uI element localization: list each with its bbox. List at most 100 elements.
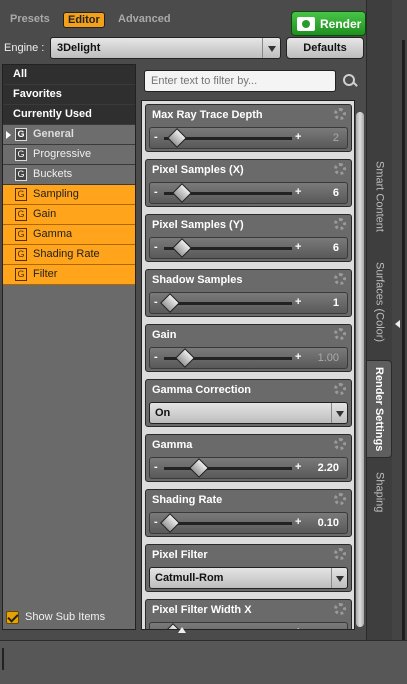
property-value[interactable]: 1 (333, 297, 339, 309)
increment-button[interactable]: + (295, 351, 301, 363)
decrement-button[interactable]: - (154, 131, 158, 143)
decrement-button[interactable]: - (154, 461, 158, 473)
expand-arrow-icon[interactable] (6, 131, 11, 139)
nav-item-label: Filter (33, 268, 58, 280)
gear-icon[interactable] (334, 603, 346, 615)
show-sub-items-label: Show Sub Items (25, 611, 106, 623)
gear-icon[interactable] (334, 438, 346, 450)
decrement-button[interactable]: - (154, 516, 158, 528)
property-list-scrollbar[interactable] (355, 100, 365, 630)
nav-item-currently-used[interactable]: Currently Used (3, 105, 135, 125)
side-tab-smart-content[interactable]: Smart Content (367, 150, 392, 242)
nav-item-gain[interactable]: G Gain (3, 205, 135, 225)
side-tab-surfaces[interactable]: Surfaces (Color) (367, 252, 392, 352)
property-title: Gain (152, 329, 177, 341)
property-value[interactable]: 6 (333, 187, 339, 199)
tab-presets[interactable]: Presets (10, 13, 50, 25)
gear-icon[interactable] (334, 328, 346, 340)
nav-item-label: Buckets (33, 168, 73, 180)
increment-button[interactable]: + (295, 131, 301, 143)
property-gamma-correction: Gamma Correction On (145, 379, 352, 427)
resize-handle[interactable] (2, 648, 4, 670)
property-slider[interactable]: - +2 (149, 127, 348, 149)
property-slider[interactable]: - +1.00 (149, 347, 348, 369)
increment-button[interactable]: + (295, 461, 301, 473)
slider-track[interactable] (164, 302, 292, 305)
increment-button[interactable]: + (295, 186, 301, 198)
defaults-button[interactable]: Defaults (286, 37, 364, 59)
nav-item-all[interactable]: All (3, 65, 135, 85)
increment-button[interactable]: + (295, 516, 301, 528)
property-pixel-filter: Pixel Filter Catmull-Rom (145, 544, 352, 592)
scrollbar-thumb[interactable] (356, 112, 364, 627)
slider-track[interactable] (164, 522, 292, 525)
increment-button[interactable]: + (295, 241, 301, 253)
decrement-button[interactable]: - (154, 241, 158, 253)
decrement-button[interactable]: - (154, 351, 158, 363)
nav-item-favorites[interactable]: Favorites (3, 85, 135, 105)
property-group-list: All Favorites Currently Used G General G… (2, 64, 136, 630)
slider-knob[interactable] (175, 348, 195, 368)
group-icon: G (15, 268, 27, 281)
nav-item-general[interactable]: G General (3, 125, 135, 145)
gear-icon[interactable] (334, 493, 346, 505)
decrement-button[interactable]: - (154, 296, 158, 308)
decrement-button[interactable]: - (154, 626, 158, 629)
property-value[interactable]: 1.00 (318, 352, 339, 364)
slider-track[interactable] (164, 467, 292, 470)
gear-icon[interactable] (334, 548, 346, 560)
tab-editor[interactable]: Editor (63, 12, 105, 28)
slider-knob[interactable] (159, 513, 180, 533)
property-gain: Gain - +1.00 (145, 324, 352, 372)
scroll-down-arrow-icon[interactable] (178, 627, 186, 633)
gear-icon[interactable] (334, 163, 346, 175)
property-dropdown[interactable]: Catmull-Rom (149, 567, 348, 589)
tab-advanced[interactable]: Advanced (118, 13, 171, 25)
gear-icon[interactable] (334, 383, 346, 395)
property-shading-rate: Shading Rate - +0.10 (145, 489, 352, 537)
checkmark-icon[interactable] (6, 611, 19, 624)
gear-icon[interactable] (334, 218, 346, 230)
filter-input[interactable] (144, 70, 336, 92)
property-value[interactable]: 6 (333, 242, 339, 254)
nav-item-shading-rate[interactable]: G Shading Rate (3, 245, 135, 265)
slider-knob[interactable] (189, 458, 209, 478)
property-value[interactable]: 0.10 (318, 517, 339, 529)
nav-item-label: Progressive (33, 148, 92, 160)
gear-icon[interactable] (334, 273, 346, 285)
property-title: Shadow Samples (152, 274, 243, 286)
slider-knob[interactable] (172, 183, 193, 203)
property-slider[interactable]: - +0.10 (149, 512, 348, 534)
engine-select[interactable]: 3Delight (50, 37, 281, 59)
side-tab-strip: Smart Content Surfaces (Color) Render Se… (367, 0, 392, 640)
render-button[interactable]: Render (291, 11, 366, 36)
side-tab-render-settings[interactable]: Render Settings (367, 360, 392, 458)
nav-item-sampling[interactable]: G Sampling (3, 185, 135, 205)
property-slider[interactable]: - +1 (149, 292, 348, 314)
search-icon[interactable] (342, 73, 358, 89)
property-max-ray-trace-depth: Max Ray Trace Depth - +2 (145, 104, 352, 152)
slider-knob[interactable] (172, 238, 193, 258)
gear-icon[interactable] (334, 108, 346, 120)
slider-knob[interactable] (167, 128, 188, 148)
side-tab-label: Surfaces (Color) (373, 261, 386, 343)
nav-item-buckets[interactable]: G Buckets (3, 165, 135, 185)
nav-item-filter[interactable]: G Filter (3, 265, 135, 285)
property-slider[interactable]: - +2.20 (149, 457, 348, 479)
nav-item-progressive[interactable]: G Progressive (3, 145, 135, 165)
nav-item-gamma[interactable]: G Gamma (3, 225, 135, 245)
property-value[interactable]: 2 (333, 132, 339, 144)
increment-button[interactable]: + (295, 626, 301, 629)
side-tab-shaping[interactable]: Shaping (367, 465, 392, 520)
property-dropdown[interactable]: On (149, 402, 348, 424)
decrement-button[interactable]: - (154, 186, 158, 198)
property-slider[interactable]: - +6 (149, 182, 348, 204)
property-value[interactable]: 2.20 (318, 462, 339, 474)
increment-button[interactable]: + (295, 296, 301, 308)
slider-knob[interactable] (159, 293, 180, 313)
nav-item-label: Gain (33, 208, 57, 220)
group-icon: G (15, 248, 27, 261)
property-slider[interactable]: - +6 (149, 237, 348, 259)
property-pixel-filter-width-x: Pixel Filter Width X - + (145, 599, 352, 629)
property-pixel-samples-y: Pixel Samples (Y) - +6 (145, 214, 352, 262)
